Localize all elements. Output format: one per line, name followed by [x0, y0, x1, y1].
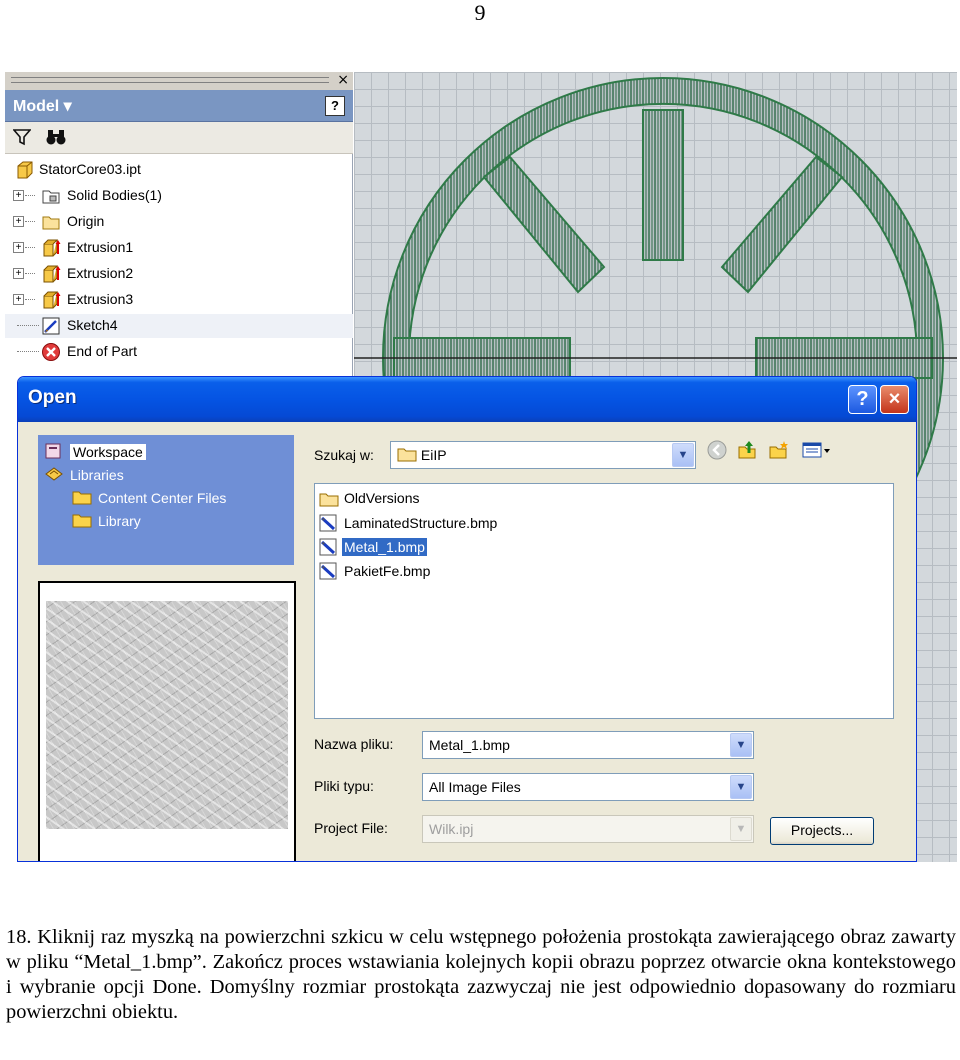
tree-item-label: StatorCore03.ipt	[39, 161, 141, 177]
browser-toolbar	[5, 122, 353, 154]
tree-item-label: Extrusion1	[67, 239, 134, 255]
tree-item-end-of-part[interactable]: End of Part	[5, 340, 353, 364]
browser-header: Model ▾ ?	[5, 90, 353, 122]
tree-item-label: Extrusion2	[67, 265, 134, 281]
stator-tooth	[482, 155, 606, 294]
stator-tooth	[642, 109, 684, 261]
tree-item-label: Extrusion3	[67, 291, 134, 307]
page-number: 9	[474, 0, 486, 25]
file-item-pakietfe[interactable]: PakietFe.bmp	[319, 562, 432, 584]
up-folder-icon[interactable]	[734, 439, 760, 465]
dialog-title: Open	[28, 387, 77, 408]
tree-item-extrusion1[interactable]: + Extrusion1	[5, 236, 353, 260]
workspace-icon	[44, 443, 64, 459]
funnel-icon[interactable]	[12, 128, 32, 151]
file-type-value: All Image Files	[429, 779, 521, 795]
tree-item-extrusion2[interactable]: + Extrusion2	[5, 262, 353, 286]
panel-close-icon[interactable]: ×	[337, 72, 349, 88]
folder-icon	[72, 489, 92, 505]
tree-item-extrusion3[interactable]: + Extrusion3	[5, 288, 353, 312]
part-icon	[15, 160, 35, 180]
tree-item-label: Origin	[67, 213, 105, 229]
tree-item-label: Solid Bodies(1)	[67, 187, 162, 203]
extrusion-icon	[41, 238, 61, 258]
browser-title-dropdown[interactable]: Model ▾	[13, 96, 72, 116]
inventor-screenshot: × Model ▾ ? StatorCore03.ipt + Solid Bod…	[5, 72, 957, 862]
tree-item-origin[interactable]: + Origin	[5, 210, 353, 234]
help-button[interactable]: ?	[848, 385, 877, 414]
look-in-label: Szukaj w:	[314, 447, 374, 463]
expand-icon[interactable]: +	[13, 294, 24, 305]
image-preview	[38, 581, 296, 861]
expand-icon[interactable]: +	[13, 268, 24, 279]
extrusion-icon	[41, 264, 61, 284]
model-tree: StatorCore03.ipt + Solid Bodies(1) + Ori…	[5, 156, 353, 376]
help-icon[interactable]: ?	[325, 96, 345, 116]
tree-item-sketch4[interactable]: Sketch4	[5, 314, 353, 338]
file-name-input[interactable]: Metal_1.bmp ▼	[422, 731, 754, 759]
binoculars-icon[interactable]	[45, 128, 67, 151]
tree-item-label: End of Part	[67, 343, 138, 359]
file-item-metal-1[interactable]: Metal_1.bmp	[319, 538, 427, 560]
folder-icon	[319, 493, 339, 507]
tree-item-label: Sketch4	[67, 317, 118, 333]
chevron-down-icon[interactable]: ▼	[672, 443, 694, 467]
solid-bodies-icon	[41, 186, 61, 206]
file-list[interactable]: OldVersions LaminatedStructure.bmp Metal…	[314, 483, 894, 719]
expand-icon[interactable]: +	[13, 216, 24, 227]
view-menu-icon[interactable]	[800, 439, 834, 465]
projects-button[interactable]: Projects...	[770, 817, 874, 845]
look-in-dropdown[interactable]: EiIP ▼	[390, 441, 696, 469]
folder-icon	[397, 447, 417, 462]
close-button[interactable]: ×	[880, 385, 909, 414]
extrusion-icon	[41, 290, 61, 310]
stator-tooth	[720, 155, 844, 294]
folder-icon	[72, 512, 92, 528]
expand-icon[interactable]: +	[13, 190, 24, 201]
chevron-down-icon[interactable]: ▼	[730, 733, 752, 757]
chevron-down-icon: ▼	[730, 817, 752, 841]
project-file-value: Wilk.ipj	[429, 821, 474, 837]
panel-grip[interactable]: ×	[5, 72, 353, 90]
file-type-dropdown[interactable]: All Image Files ▼	[422, 773, 754, 801]
bitmap-file-icon	[319, 538, 337, 556]
dialog-title-bar[interactable]: Open ? ×	[18, 377, 916, 422]
location-libraries[interactable]: Libraries	[44, 466, 124, 483]
location-content-center-files[interactable]: Content Center Files	[72, 489, 226, 506]
location-library[interactable]: Library	[72, 512, 141, 529]
bitmap-file-icon	[319, 514, 337, 532]
file-item-oldversions[interactable]: OldVersions	[319, 490, 421, 512]
expand-icon[interactable]: +	[13, 242, 24, 253]
end-of-part-icon	[41, 342, 61, 362]
file-name-label: Nazwa pliku:	[314, 736, 394, 752]
file-type-label: Pliki typu:	[314, 778, 374, 794]
open-dialog: Open ? × Workspace Libraries Content Cen…	[17, 376, 917, 862]
instruction-paragraph: 18. Kliknij raz myszką na powierzchni sz…	[6, 926, 956, 1023]
sketch-icon	[41, 316, 61, 336]
project-file-dropdown: Wilk.ipj ▼	[422, 815, 754, 843]
look-in-value: EiIP	[420, 447, 447, 463]
location-workspace[interactable]: Workspace	[44, 443, 146, 460]
libraries-icon	[44, 466, 64, 482]
project-file-label: Project File:	[314, 820, 388, 836]
bitmap-file-icon	[319, 562, 337, 580]
tree-item-solid-bodies[interactable]: + Solid Bodies(1)	[5, 184, 353, 208]
folder-icon	[41, 212, 61, 232]
metal-texture-preview	[46, 601, 288, 829]
back-icon[interactable]	[704, 439, 730, 465]
new-folder-icon[interactable]	[766, 439, 792, 465]
chevron-down-icon[interactable]: ▼	[730, 775, 752, 799]
tree-item-root[interactable]: StatorCore03.ipt	[5, 158, 353, 182]
locations-pane: Workspace Libraries Content Center Files…	[38, 435, 294, 565]
file-name-value: Metal_1.bmp	[429, 737, 510, 753]
file-item-laminatedstructure[interactable]: LaminatedStructure.bmp	[319, 514, 499, 536]
